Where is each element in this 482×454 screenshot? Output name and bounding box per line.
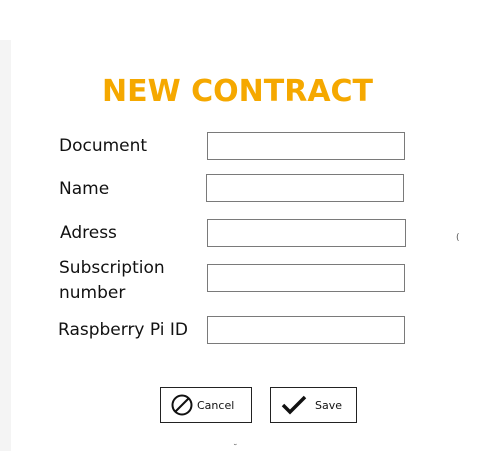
checkmark-icon [281, 395, 307, 415]
name-label: Name [59, 179, 110, 199]
page-title: NEW CONTRACT [102, 74, 374, 109]
cancel-label: Cancel [197, 398, 235, 412]
raspberry-pi-id-field[interactable] [207, 316, 405, 344]
window-edge [0, 40, 11, 451]
adress-field[interactable] [207, 219, 406, 247]
raspberry-pi-id-label: Raspberry Pi ID [58, 320, 189, 340]
document-field[interactable] [207, 132, 405, 160]
name-field[interactable] [206, 174, 404, 202]
adress-label: Adress [60, 223, 117, 243]
cancel-button[interactable]: Cancel [160, 387, 252, 423]
subscription-number-label: Subscription number [59, 258, 165, 303]
subscription-number-field[interactable] [207, 264, 405, 292]
save-label: Save [315, 398, 343, 412]
edge-artifact: ( [456, 233, 460, 243]
edge-artifact: ˘ [233, 444, 238, 454]
save-button[interactable]: Save [270, 387, 357, 423]
document-label: Document [59, 136, 148, 156]
cancel-circle-icon [171, 394, 193, 416]
